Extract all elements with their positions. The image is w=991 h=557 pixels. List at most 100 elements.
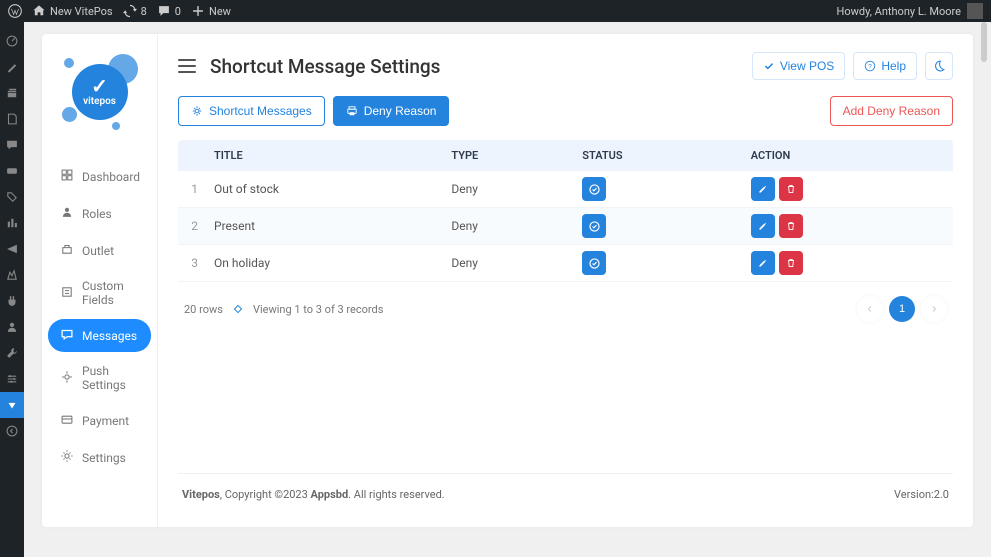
row-number: 1 (178, 171, 204, 208)
nav-item-custom-fields[interactable]: Custom Fields (48, 271, 151, 315)
theme-toggle-button[interactable] (925, 52, 953, 80)
cell-title: Out of stock (204, 171, 441, 208)
col-status: STATUS (572, 140, 740, 171)
nav-item-payment[interactable]: Payment (48, 404, 151, 437)
wp-menu-tools-icon[interactable] (0, 340, 24, 366)
check-icon (763, 60, 775, 72)
gear-icon (191, 105, 203, 117)
updates-link[interactable]: 8 (123, 4, 147, 18)
wp-menu-users-icon[interactable] (0, 314, 24, 340)
status-toggle[interactable] (582, 251, 606, 275)
nav-item-settings[interactable]: Settings (48, 441, 151, 474)
viewing-label: Viewing 1 to 3 of 3 records (253, 303, 383, 316)
check-circle-icon (588, 220, 601, 233)
status-toggle[interactable] (582, 214, 606, 238)
chevron-left-icon (865, 304, 875, 314)
avatar (967, 3, 983, 19)
nav-icon (60, 370, 74, 387)
edit-button[interactable] (751, 214, 775, 238)
new-button[interactable]: New (191, 4, 231, 18)
deny-reasons-table: TITLE TYPE STATUS ACTION 1Out of stockDe… (178, 140, 953, 282)
nav-item-messages[interactable]: Messages (48, 319, 151, 352)
deny-reason-tab[interactable]: Deny Reason (333, 96, 450, 126)
moon-icon (932, 59, 946, 73)
edit-button[interactable] (751, 177, 775, 201)
cell-title: On holiday (204, 245, 441, 282)
nav-icon (60, 327, 74, 344)
col-action: ACTION (741, 140, 953, 171)
nav-item-label: Push Settings (82, 364, 139, 392)
wp-menu-comments-icon[interactable] (0, 132, 24, 158)
wp-menu-appearance-icon[interactable] (0, 262, 24, 288)
cell-type: Deny (441, 171, 572, 208)
col-type: TYPE (441, 140, 572, 171)
check-circle-icon (588, 183, 601, 196)
page-1-button[interactable]: 1 (889, 296, 915, 322)
row-number: 3 (178, 245, 204, 282)
trash-icon (785, 183, 797, 195)
delete-button[interactable] (779, 251, 803, 275)
comments-link[interactable]: 0 (157, 4, 181, 18)
nav-item-label: Custom Fields (82, 279, 139, 307)
logo: ✓ vitepos (42, 34, 157, 150)
add-deny-reason-button[interactable]: Add Deny Reason (830, 96, 953, 126)
nav-item-dashboard[interactable]: Dashboard (48, 160, 151, 193)
site-link[interactable]: New VitePos (32, 4, 113, 18)
help-button[interactable]: ? Help (853, 52, 917, 80)
wp-menu-vitepos-icon[interactable] (0, 392, 24, 418)
wp-menu-woo-icon[interactable] (0, 158, 24, 184)
scrollbar-thumb[interactable] (981, 22, 987, 62)
view-pos-button[interactable]: View POS (752, 52, 845, 80)
nav-icon (60, 412, 74, 429)
nav-item-roles[interactable]: Roles (48, 197, 151, 230)
pencil-icon (757, 257, 769, 269)
table-row: 1Out of stockDeny (178, 171, 953, 208)
pencil-icon (757, 220, 769, 232)
status-toggle[interactable] (582, 177, 606, 201)
help-icon: ? (864, 60, 876, 72)
trash-icon (785, 220, 797, 232)
wp-menu-media-icon[interactable] (0, 80, 24, 106)
nav-item-label: Settings (82, 451, 126, 465)
col-title: TITLE (204, 140, 441, 171)
next-page-button[interactable] (921, 296, 947, 322)
nav-item-outlet[interactable]: Outlet (48, 234, 151, 267)
nav-item-label: Dashboard (82, 170, 140, 184)
shortcut-messages-tab[interactable]: Shortcut Messages (178, 96, 325, 126)
wp-menu-products-icon[interactable] (0, 184, 24, 210)
nav-item-label: Roles (82, 207, 112, 221)
table-row: 2PresentDeny (178, 208, 953, 245)
wp-menu-settings-icon[interactable] (0, 366, 24, 392)
nav-item-label: Payment (82, 414, 129, 428)
app-sidebar: ✓ vitepos Dashboard Roles Outlet Custom Fie… (42, 34, 158, 527)
wp-logo-icon[interactable] (8, 4, 22, 18)
trash-icon (785, 257, 797, 269)
wp-menu-collapse-icon[interactable] (0, 418, 24, 444)
wp-menu-pages-icon[interactable] (0, 106, 24, 132)
rows-per-page[interactable]: 20 rows (184, 303, 223, 316)
wp-menu-plugins-icon[interactable] (0, 288, 24, 314)
row-number: 2 (178, 208, 204, 245)
table-row: 3On holidayDeny (178, 245, 953, 282)
howdy-link[interactable]: Howdy, Anthony L. Moore (837, 3, 983, 19)
chevron-right-icon (929, 304, 939, 314)
delete-button[interactable] (779, 177, 803, 201)
nav-item-push-settings[interactable]: Push Settings (48, 356, 151, 400)
wp-menu-analytics-icon[interactable] (0, 210, 24, 236)
nav-icon (60, 449, 74, 466)
prev-page-button[interactable] (857, 296, 883, 322)
page-title: Shortcut Message Settings (210, 55, 440, 78)
wp-menu-marketing-icon[interactable] (0, 236, 24, 262)
cell-title: Present (204, 208, 441, 245)
nav-item-label: Messages (82, 329, 137, 343)
wp-menu-dashboard-icon[interactable] (0, 28, 24, 54)
delete-button[interactable] (779, 214, 803, 238)
wp-admin-sidebar (0, 22, 24, 557)
nav-icon (60, 285, 74, 302)
print-icon (346, 105, 358, 117)
menu-toggle-icon[interactable] (178, 59, 196, 73)
nav-icon (60, 168, 74, 185)
cell-type: Deny (441, 245, 572, 282)
wp-menu-posts-icon[interactable] (0, 54, 24, 80)
edit-button[interactable] (751, 251, 775, 275)
